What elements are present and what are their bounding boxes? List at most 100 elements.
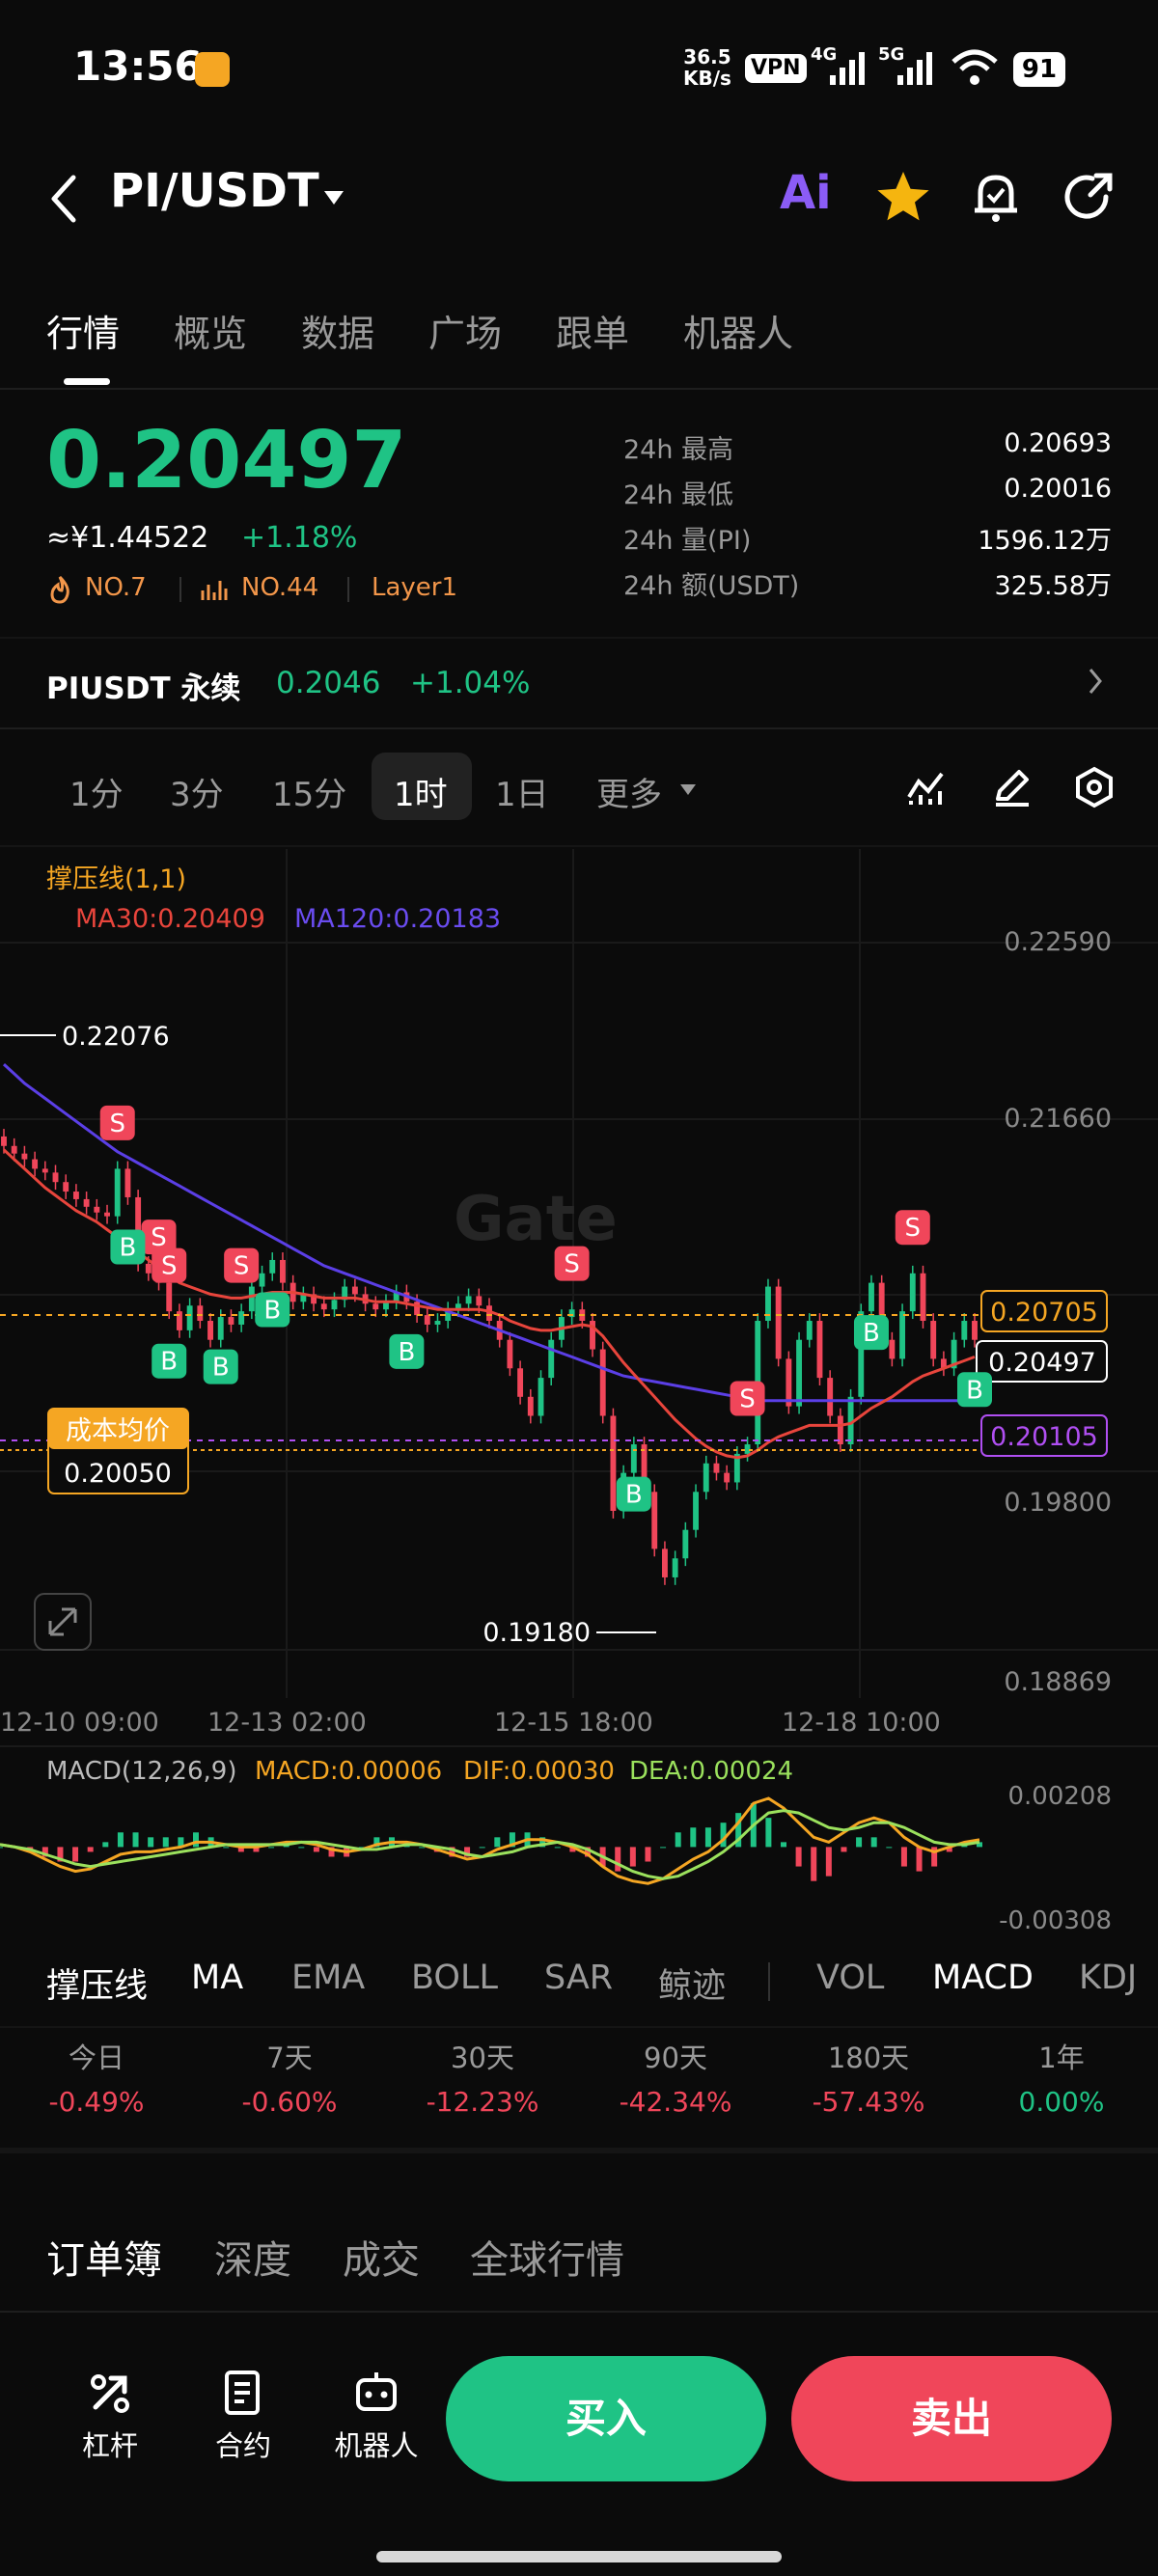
ind-macd[interactable]: MACD bbox=[932, 1959, 1034, 1997]
ind-ema[interactable]: EMA bbox=[291, 1959, 365, 1997]
candle-body bbox=[320, 1303, 327, 1310]
sell-button[interactable]: 卖出 bbox=[791, 2356, 1112, 2481]
contract-button[interactable]: 合约 bbox=[185, 2369, 301, 2464]
ind-sar[interactable]: SAR bbox=[544, 1959, 613, 1997]
interval-1m[interactable]: 1分 bbox=[69, 768, 124, 815]
support-value: 0.20105 bbox=[990, 1422, 1098, 1452]
chevron-right-icon[interactable] bbox=[1087, 666, 1106, 697]
candle-body bbox=[930, 1321, 937, 1359]
candle-body bbox=[145, 1263, 152, 1274]
candle-body bbox=[1, 1136, 7, 1146]
candle-body bbox=[424, 1315, 430, 1325]
buy-signal-label: B bbox=[120, 1234, 137, 1263]
macd-bar bbox=[900, 1847, 907, 1867]
perpetual-name[interactable]: PIUSDT 永续 bbox=[46, 664, 240, 707]
candle-body bbox=[827, 1378, 834, 1416]
robot-button[interactable]: 机器人 bbox=[318, 2369, 434, 2464]
buy-signal-label: B bbox=[863, 1319, 880, 1348]
ind-vol[interactable]: VOL bbox=[816, 1959, 884, 1997]
candle-body bbox=[517, 1368, 524, 1397]
more-dropdown-icon[interactable] bbox=[679, 783, 697, 797]
tab-overview[interactable]: 概览 bbox=[174, 304, 247, 357]
tab-orderbook[interactable]: 订单簿 bbox=[46, 2229, 162, 2285]
robot-icon bbox=[356, 2372, 397, 2411]
ind-boll[interactable]: BOLL bbox=[411, 1959, 498, 1997]
interval-1d[interactable]: 1日 bbox=[495, 768, 549, 815]
last-price: 0.20497 bbox=[46, 415, 407, 507]
sector-tag[interactable]: Layer1 bbox=[372, 573, 457, 602]
x-tick-3: 12-15 18:00 bbox=[494, 1708, 653, 1738]
pair-dropdown-icon[interactable] bbox=[322, 189, 345, 208]
cost-avg-value: 0.20050 bbox=[64, 1459, 172, 1489]
indicator-icon[interactable] bbox=[905, 768, 946, 808]
resistance-value: 0.20705 bbox=[990, 1298, 1098, 1328]
back-arrow-icon[interactable] bbox=[44, 170, 83, 228]
ind-whale[interactable]: 鲸迹 bbox=[658, 1959, 726, 2008]
candle-body bbox=[269, 1259, 276, 1274]
high-marker-value: 0.22076 bbox=[62, 1022, 170, 1052]
ind-kdj[interactable]: KDJ bbox=[1079, 1959, 1158, 1997]
pair-header: PI/USDT Ai bbox=[0, 154, 1158, 251]
leverage-label: 杠杆 bbox=[81, 2429, 138, 2462]
tab-market[interactable]: 行情 bbox=[46, 304, 120, 357]
ind-support-resistance[interactable]: 撑压线 bbox=[46, 1959, 148, 2008]
pair-title[interactable]: PI/USDT bbox=[110, 164, 319, 218]
buy-button[interactable]: 买入 bbox=[446, 2356, 766, 2481]
expand-icon[interactable] bbox=[48, 1607, 77, 1636]
candle-body bbox=[83, 1198, 90, 1207]
macd-bar bbox=[193, 1832, 199, 1848]
chart-settings-icon[interactable] bbox=[1073, 766, 1116, 808]
macd-bar bbox=[916, 1847, 923, 1872]
interval-15m[interactable]: 15分 bbox=[272, 768, 346, 815]
perf-value: -0.60% bbox=[241, 2086, 338, 2118]
rank-divider-2 bbox=[347, 577, 349, 602]
stat-low-label: 24h 最低 bbox=[623, 480, 734, 510]
tab-robot[interactable]: 机器人 bbox=[683, 304, 793, 357]
tab-global[interactable]: 全球行情 bbox=[470, 2229, 624, 2285]
macd-bar bbox=[419, 1847, 426, 1849]
gain-rank[interactable]: NO.44 bbox=[241, 573, 318, 602]
tab-copytrade[interactable]: 跟单 bbox=[556, 304, 629, 357]
macd-bar bbox=[615, 1847, 621, 1872]
tab-trades[interactable]: 成交 bbox=[343, 2229, 420, 2285]
hot-rank[interactable]: NO.7 bbox=[85, 573, 147, 602]
candle-body bbox=[72, 1192, 79, 1199]
candle-body bbox=[259, 1273, 265, 1287]
candle-body bbox=[228, 1317, 234, 1325]
cny-price: ≈¥1.44522 bbox=[46, 521, 209, 555]
perf-label: 1年 bbox=[1038, 2042, 1085, 2074]
signal-4g-icon bbox=[830, 52, 865, 85]
app-notification-icon bbox=[195, 52, 230, 87]
low-marker-value: 0.19180 bbox=[482, 1618, 591, 1648]
candle-body bbox=[889, 1339, 896, 1359]
macd-bar bbox=[825, 1847, 832, 1877]
tab-data[interactable]: 数据 bbox=[301, 304, 374, 357]
interval-3m[interactable]: 3分 bbox=[170, 768, 224, 815]
ai-assistant-icon[interactable]: Ai bbox=[780, 166, 832, 220]
wifi-icon bbox=[951, 49, 998, 85]
macd-chart[interactable]: MACD(12,26,9) MACD:0.00006 DIF:0.00030 D… bbox=[0, 1748, 1158, 1941]
macd-bar bbox=[494, 1837, 501, 1848]
ind-ma[interactable]: MA bbox=[191, 1959, 243, 1997]
macd-bar bbox=[841, 1847, 847, 1852]
share-icon[interactable] bbox=[1060, 168, 1117, 226]
candle-body bbox=[599, 1349, 606, 1416]
candle-body bbox=[280, 1259, 286, 1283]
price-chart[interactable]: 撑压线(1,1) MA30:0.20409 MA120:0.20183 Gate… bbox=[0, 849, 1158, 1756]
draw-pen-icon[interactable] bbox=[990, 766, 1033, 808]
interval-1h[interactable]: 1时 bbox=[394, 768, 448, 815]
perf-value: 0.00% bbox=[1018, 2086, 1105, 2118]
watermark-text: Gate bbox=[454, 1184, 618, 1255]
dif-line bbox=[0, 1796, 980, 1885]
price-alert-icon[interactable] bbox=[969, 168, 1023, 226]
tab-depth[interactable]: 深度 bbox=[214, 2229, 291, 2285]
tab-square[interactable]: 广场 bbox=[428, 304, 502, 357]
perf-180d: 180天 -57.43% bbox=[772, 2036, 965, 2118]
leverage-button[interactable]: 杠杆 bbox=[52, 2369, 168, 2464]
macd-tick-bottom: -0.00308 bbox=[999, 1906, 1112, 1935]
perpetual-price: 0.2046 bbox=[276, 666, 381, 700]
candle-body bbox=[197, 1305, 204, 1322]
candle-body bbox=[104, 1212, 110, 1217]
favorite-star-icon[interactable] bbox=[874, 168, 932, 226]
interval-more[interactable]: 更多 bbox=[596, 768, 662, 815]
